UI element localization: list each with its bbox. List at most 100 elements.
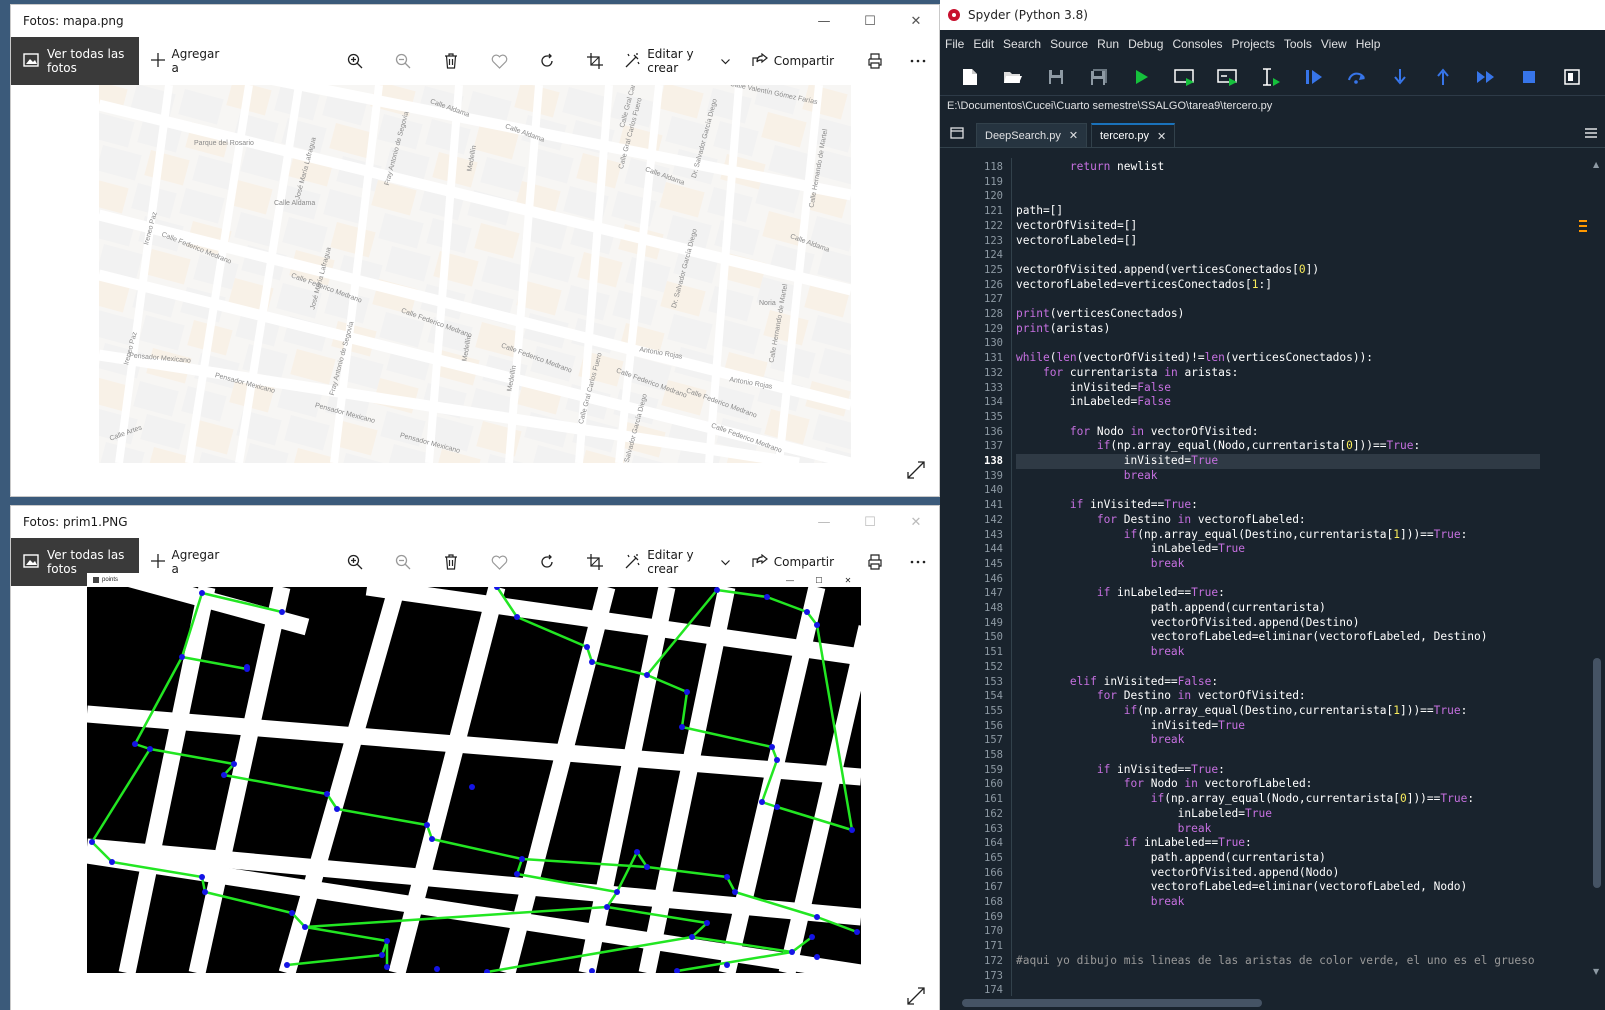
code-line[interactable]: break — [1016, 733, 1185, 748]
code-line[interactable]: break — [1016, 469, 1158, 484]
code-line[interactable]: print(aristas) — [1016, 322, 1110, 337]
menu-item-edit[interactable]: Edit — [973, 37, 994, 51]
step-over-icon[interactable] — [1335, 60, 1378, 94]
code-line[interactable]: path.append(currentarista) — [1016, 601, 1326, 616]
code-line[interactable]: for currentarista in aristas: — [1016, 366, 1238, 381]
code-line[interactable]: if(np.array_equal(Nodo,currentarista[0])… — [1016, 439, 1420, 454]
code-line[interactable]: vectorOfVisited=[] — [1016, 219, 1137, 234]
code-line[interactable]: if inLabeled==True: — [1016, 586, 1225, 601]
code-line[interactable]: vectorOfVisited.append(Nodo) — [1016, 866, 1340, 881]
code-line[interactable]: vectorofLabeled=eliminar(vectorofLabeled… — [1016, 880, 1468, 895]
code-line[interactable]: print(verticesConectados) — [1016, 307, 1184, 322]
add-to-button[interactable]: Agregar a — [150, 47, 222, 75]
code-line[interactable]: vectorOfVisited.append(verticesConectado… — [1016, 263, 1319, 278]
code-line[interactable]: vectorofLabeled=[] — [1016, 234, 1137, 249]
close-tab-icon[interactable]: ✕ — [1157, 130, 1166, 143]
run-selection-icon[interactable] — [1249, 60, 1292, 94]
menu-item-file[interactable]: File — [945, 37, 964, 51]
menu-item-consoles[interactable]: Consoles — [1172, 37, 1222, 51]
code-line[interactable]: break — [1016, 557, 1185, 572]
scroll-thumb[interactable] — [962, 999, 1262, 1007]
menu-item-projects[interactable]: Projects — [1232, 37, 1275, 51]
close-button[interactable]: ✕ — [893, 5, 939, 37]
scroll-down-icon[interactable]: ▼ — [1593, 967, 1599, 976]
menu-item-tools[interactable]: Tools — [1284, 37, 1312, 51]
zoom-out-icon[interactable] — [379, 37, 427, 85]
share-button[interactable]: Compartir — [752, 553, 834, 571]
code-line[interactable]: inLabeled=True — [1016, 807, 1272, 822]
new-file-icon[interactable] — [948, 60, 991, 94]
code-line[interactable]: if inLabeled==True: — [1016, 836, 1252, 851]
minimize-button[interactable]: — — [801, 5, 847, 37]
code-line[interactable]: if inVisited==True: — [1016, 498, 1198, 513]
menu-item-view[interactable]: View — [1321, 37, 1347, 51]
code-line[interactable]: break — [1016, 645, 1185, 660]
add-to-button[interactable]: Agregar a — [150, 548, 222, 576]
menu-item-search[interactable]: Search — [1003, 37, 1041, 51]
code-line[interactable]: for Destino in vectorOfVisited: — [1016, 689, 1306, 704]
code-line[interactable]: return newlist — [1016, 160, 1164, 175]
save-icon[interactable] — [1034, 60, 1077, 94]
run-cell-icon[interactable] — [1163, 60, 1206, 94]
favorite-heart-icon[interactable] — [475, 37, 523, 85]
scroll-up-icon[interactable]: ▲ — [1593, 160, 1599, 169]
save-all-icon[interactable] — [1077, 60, 1120, 94]
code-line[interactable]: path.append(currentarista) — [1016, 851, 1326, 866]
all-photos-button[interactable]: Ver todas las fotos — [11, 37, 139, 85]
maximize-button[interactable]: ☐ — [847, 5, 893, 37]
browse-tabs-icon[interactable] — [950, 127, 964, 142]
code-line[interactable]: break — [1016, 895, 1185, 910]
tab-tercero[interactable]: tercero.py ✕ — [1091, 123, 1176, 147]
menu-item-debug[interactable]: Debug — [1128, 37, 1163, 51]
code-editor[interactable]: 118 119 120 121 122 123 124 125 126 127 128 129 130 1… — [940, 158, 1605, 1010]
code-line[interactable]: vectorofLabeled=eliminar(vectorofLabeled… — [1016, 630, 1488, 645]
code-line[interactable]: inVisited=True — [1016, 719, 1245, 734]
close-button[interactable]: ✕ — [893, 506, 939, 538]
menu-item-help[interactable]: Help — [1356, 37, 1381, 51]
zoom-in-icon[interactable] — [331, 37, 379, 85]
print-icon[interactable] — [854, 37, 896, 85]
code-area[interactable]: return newlist path=[] vectorOfVisited=[] v… — [1016, 158, 1581, 1010]
delete-icon[interactable] — [427, 37, 475, 85]
close-tab-icon[interactable]: ✕ — [1069, 129, 1078, 142]
code-line[interactable]: inVisited=False — [1016, 381, 1171, 396]
minimize-button[interactable]: — — [801, 506, 847, 538]
menu-item-source[interactable]: Source — [1050, 37, 1088, 51]
code-line[interactable]: if(np.array_equal(Nodo,currentarista[0])… — [1016, 792, 1474, 807]
code-line[interactable]: inLabeled=True — [1016, 542, 1245, 557]
edit-create-button[interactable]: Editar y crear — [625, 47, 730, 75]
code-line[interactable]: if inVisited==True: — [1016, 763, 1225, 778]
code-line[interactable]: for Nodo in vectorOfVisited: — [1016, 425, 1259, 440]
code-line[interactable]: path=[] — [1016, 204, 1063, 219]
more-options-icon[interactable] — [897, 538, 939, 586]
continue-icon[interactable] — [1464, 60, 1507, 94]
edit-create-button[interactable]: Editar y crear — [625, 548, 730, 576]
crop-icon[interactable] — [571, 37, 619, 85]
code-line[interactable]: #aqui yo dibujo mis lineas de las arista… — [1016, 954, 1535, 969]
stop-icon[interactable] — [1507, 60, 1550, 94]
code-line[interactable]: vectorOfVisited.append(Destino) — [1016, 616, 1360, 631]
fullscreen-expand-icon[interactable] — [907, 987, 925, 1008]
code-line[interactable]: for Destino in vectorofLabeled: — [1016, 513, 1306, 528]
menu-item-run[interactable]: Run — [1097, 37, 1119, 51]
share-button[interactable]: Compartir — [752, 52, 834, 70]
horizontal-scrollbar[interactable] — [954, 996, 1574, 1010]
run-cell-advance-icon[interactable] — [1206, 60, 1249, 94]
code-line[interactable]: inLabeled=False — [1016, 395, 1171, 410]
open-folder-icon[interactable] — [991, 60, 1034, 94]
code-line[interactable]: if(np.array_equal(Destino,currentarista[… — [1016, 528, 1468, 543]
hamburger-menu-icon[interactable] — [1585, 127, 1597, 141]
code-line[interactable]: vectorofLabeled=verticesConectados[1:] — [1016, 278, 1272, 293]
debug-icon[interactable] — [1292, 60, 1335, 94]
code-line[interactable]: break — [1016, 822, 1212, 837]
fullscreen-expand-icon[interactable] — [907, 461, 925, 482]
vertical-scrollbar[interactable]: ▲ ▼ — [1591, 158, 1603, 978]
tab-deepsearch[interactable]: DeepSearch.py ✕ — [976, 123, 1088, 147]
maximize-button[interactable]: ☐ — [847, 506, 893, 538]
run-icon[interactable] — [1120, 60, 1163, 94]
rotate-icon[interactable] — [523, 37, 571, 85]
code-line[interactable]: elif inVisited==False: — [1016, 675, 1218, 690]
scroll-thumb[interactable] — [1593, 658, 1601, 888]
code-line[interactable]: inVisited=True — [1016, 454, 1540, 469]
code-line[interactable]: if(np.array_equal(Destino,currentarista[… — [1016, 704, 1468, 719]
